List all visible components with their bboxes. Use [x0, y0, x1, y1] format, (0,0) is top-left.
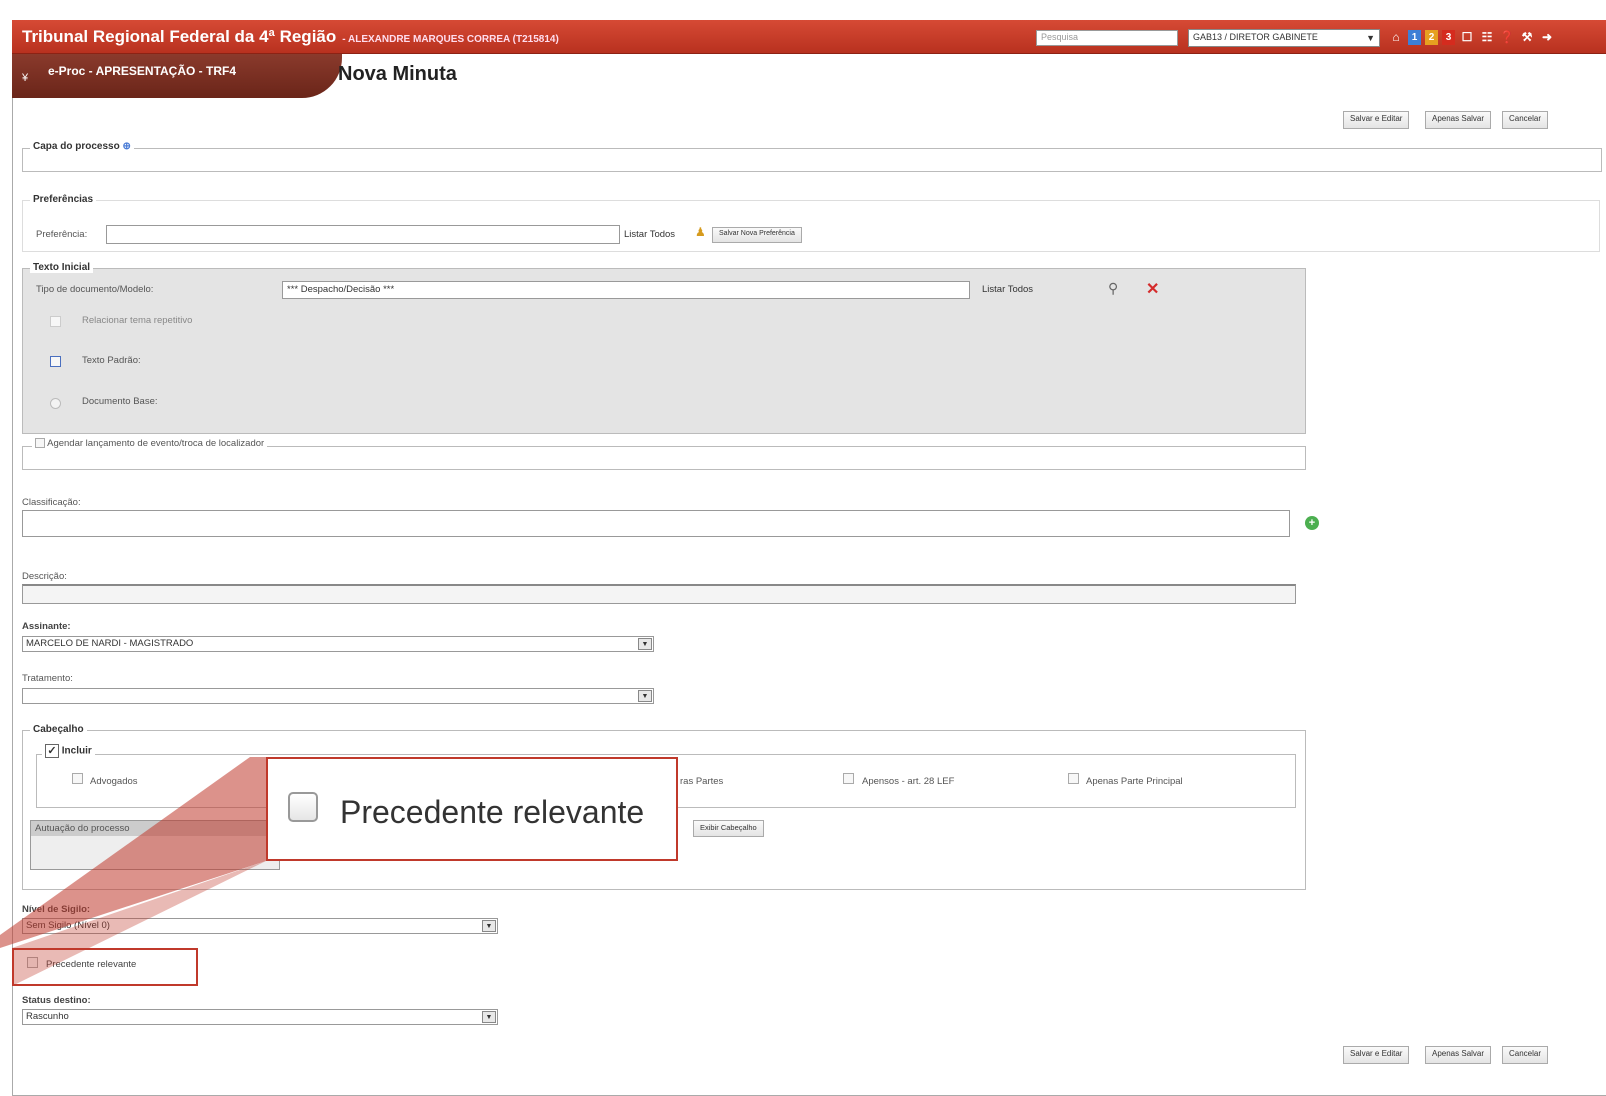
- dropdown-arrow-icon: ▼: [482, 1011, 496, 1023]
- save-new-preference-button[interactable]: Salvar Nova Preferência: [712, 227, 802, 243]
- highlight-box: [12, 948, 198, 986]
- advogados-label: Advogados: [90, 776, 138, 787]
- system-menu[interactable]: ¥ e-Proc - APRESENTAÇÃO - TRF4: [12, 54, 342, 98]
- tratamento-label: Tratamento:: [22, 673, 73, 684]
- callout-label: Precedente relevante: [340, 794, 645, 830]
- badge-red[interactable]: 3: [1442, 29, 1455, 45]
- incluir-label: Incluir: [61, 745, 92, 757]
- documento-base-label: Documento Base:: [82, 396, 158, 407]
- save-edit-button[interactable]: Salvar e Editar: [1343, 111, 1410, 129]
- grid-icon[interactable]: ☷: [1479, 29, 1495, 45]
- apensos-label: Apensos - art. 28 LEF: [862, 776, 955, 787]
- top-bar: Tribunal Regional Federal da 4ª Região - …: [12, 20, 1606, 54]
- agendar-label: Agendar lançamento de evento/troca de lo…: [47, 438, 265, 449]
- documento-base-radio[interactable]: [50, 398, 61, 409]
- preferencias-legend: Preferências: [30, 194, 97, 205]
- texto-inicial-legend: Texto Inicial: [30, 262, 94, 273]
- calendar-icon[interactable]: ☐: [1459, 29, 1475, 45]
- expand-icon[interactable]: ⊕: [122, 141, 130, 152]
- save-button-bottom[interactable]: Apenas Salvar: [1425, 1046, 1492, 1064]
- tratamento-select[interactable]: ▼: [22, 688, 654, 704]
- exibir-cabecalho-button[interactable]: Exibir Cabeçalho: [693, 820, 764, 837]
- agendar-fieldset: [22, 446, 1306, 470]
- tipo-documento-label: Tipo de documento/Modelo:: [36, 284, 154, 295]
- sigilo-select[interactable]: Sem Sigilo (Nível 0) ▼: [22, 918, 498, 934]
- descricao-label: Descrição:: [22, 571, 67, 582]
- descricao-input[interactable]: [22, 584, 1296, 604]
- classificacao-label: Classificação:: [22, 497, 81, 508]
- assinante-select[interactable]: MARCELO DE NARDI - MAGISTRADO ▼: [22, 636, 654, 652]
- chevron-down-icon: ¥: [22, 72, 29, 84]
- parte-principal-label: Apenas Parte Principal: [1086, 776, 1183, 787]
- capa-fieldset: [22, 148, 1602, 172]
- wrench-icon[interactable]: ⚒: [1519, 29, 1535, 45]
- status-select[interactable]: Rascunho ▼: [22, 1009, 498, 1025]
- badge-orange[interactable]: 2: [1425, 29, 1438, 45]
- classificacao-input[interactable]: [22, 510, 1290, 537]
- add-icon[interactable]: +: [1305, 516, 1319, 530]
- autuacao-option[interactable]: Autuação do processo: [31, 821, 279, 836]
- agendar-legend: Agendar lançamento de evento/troca de lo…: [32, 438, 268, 449]
- save-button[interactable]: Apenas Salvar: [1425, 111, 1492, 129]
- close-icon[interactable]: ✕: [1146, 279, 1159, 299]
- status-label: Status destino:: [22, 995, 91, 1006]
- assinante-label: Assinante:: [22, 621, 71, 632]
- user-name: - ALEXANDRE MARQUES CORREA (T215814): [342, 34, 559, 45]
- app-frame: [12, 20, 1606, 1096]
- home-icon[interactable]: ⌂: [1388, 29, 1404, 45]
- dropdown-arrow-icon: ▼: [638, 690, 652, 702]
- sigilo-label: Nível de Sigilo:: [22, 904, 91, 915]
- callout-checkbox: [288, 792, 318, 822]
- unit-selector[interactable]: GAB13 / DIRETOR GABINETE ▼: [1188, 29, 1380, 47]
- agendar-checkbox[interactable]: [35, 438, 45, 449]
- capa-legend[interactable]: Capa do processo ⊕: [30, 141, 134, 152]
- search-input[interactable]: Pesquisa: [1036, 30, 1178, 46]
- preferencia-label: Preferência:: [36, 229, 88, 240]
- cancel-button[interactable]: Cancelar: [1502, 111, 1549, 129]
- chevron-down-icon: ▼: [1366, 33, 1375, 43]
- badge-blue[interactable]: 1: [1408, 29, 1421, 45]
- user-search-icon[interactable]: ♟: [695, 225, 706, 239]
- org-title: Tribunal Regional Federal da 4ª Região - …: [22, 27, 559, 46]
- texto-padrao-checkbox[interactable]: [50, 356, 61, 367]
- outras-partes-label: ras Partes: [680, 776, 724, 787]
- advogados-checkbox[interactable]: [72, 773, 83, 784]
- save-edit-button-bottom[interactable]: Salvar e Editar: [1343, 1046, 1410, 1064]
- apensos-checkbox[interactable]: [843, 773, 854, 784]
- dropdown-arrow-icon: ▼: [482, 920, 496, 932]
- parte-principal-checkbox[interactable]: [1068, 773, 1079, 784]
- exit-icon[interactable]: ➜: [1539, 29, 1555, 45]
- toolbar-icons: ⌂ 1 2 3 ☐ ☷ ❓ ⚒ ➜: [1388, 27, 1555, 47]
- cancel-button-bottom[interactable]: Cancelar: [1502, 1046, 1549, 1064]
- relacionar-label: Relacionar tema repetitivo: [82, 315, 193, 326]
- texto-padrao-label: Texto Padrão:: [82, 355, 141, 366]
- incluir-checkbox[interactable]: ✓: [45, 744, 59, 758]
- search-icon[interactable]: ⚲: [1108, 280, 1118, 297]
- system-name: e-Proc - APRESENTAÇÃO - TRF4: [48, 64, 237, 78]
- preferencia-input[interactable]: [106, 225, 620, 244]
- dropdown-arrow-icon: ▼: [638, 638, 652, 650]
- relacionar-checkbox[interactable]: [50, 316, 61, 327]
- list-all-models-link[interactable]: Listar Todos: [982, 284, 1033, 295]
- tipo-documento-input[interactable]: *** Despacho/Decisão ***: [282, 281, 970, 299]
- cabecalho-legend: Cabeçalho: [30, 724, 87, 735]
- list-all-link[interactable]: Listar Todos: [624, 229, 675, 240]
- autuacao-list[interactable]: Autuação do processo: [30, 820, 280, 870]
- incluir-legend: ✓ Incluir: [42, 744, 95, 758]
- callout-zoom: Precedente relevante: [266, 757, 678, 861]
- page-title: Nova Minuta: [338, 63, 457, 85]
- help-icon[interactable]: ❓: [1499, 29, 1515, 45]
